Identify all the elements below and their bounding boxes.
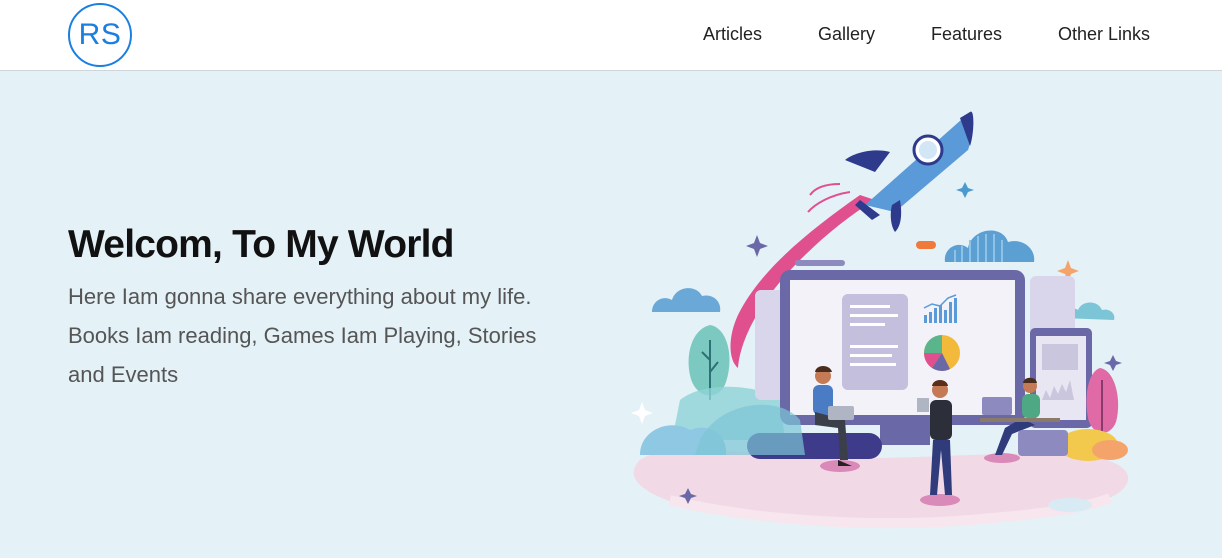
hero-title: Welcom, To My World: [68, 223, 454, 266]
sparkle-icon: [1104, 355, 1122, 371]
pie-chart-icon: [924, 335, 960, 371]
nav-link-other-links[interactable]: Other Links: [1058, 24, 1150, 45]
nav-link-features[interactable]: Features: [931, 24, 1002, 45]
hero-illustration: [631, 111, 1129, 529]
sparkle-icon: [746, 235, 768, 257]
cloud-icon: [944, 230, 1035, 262]
rocket-icon: [845, 111, 974, 232]
top-navbar: RS Articles Gallery Features Other Links: [0, 0, 1222, 71]
nav-link-articles[interactable]: Articles: [703, 24, 762, 45]
main-nav: Articles Gallery Features Other Links: [0, 24, 1222, 48]
hero-description: Here Iam gonna share everything about my…: [68, 284, 537, 387]
nav-link-gallery[interactable]: Gallery: [818, 24, 875, 45]
cloud-icon: [652, 288, 721, 312]
sparkle-icon: [631, 402, 653, 424]
sparkle-icon: [956, 182, 974, 198]
